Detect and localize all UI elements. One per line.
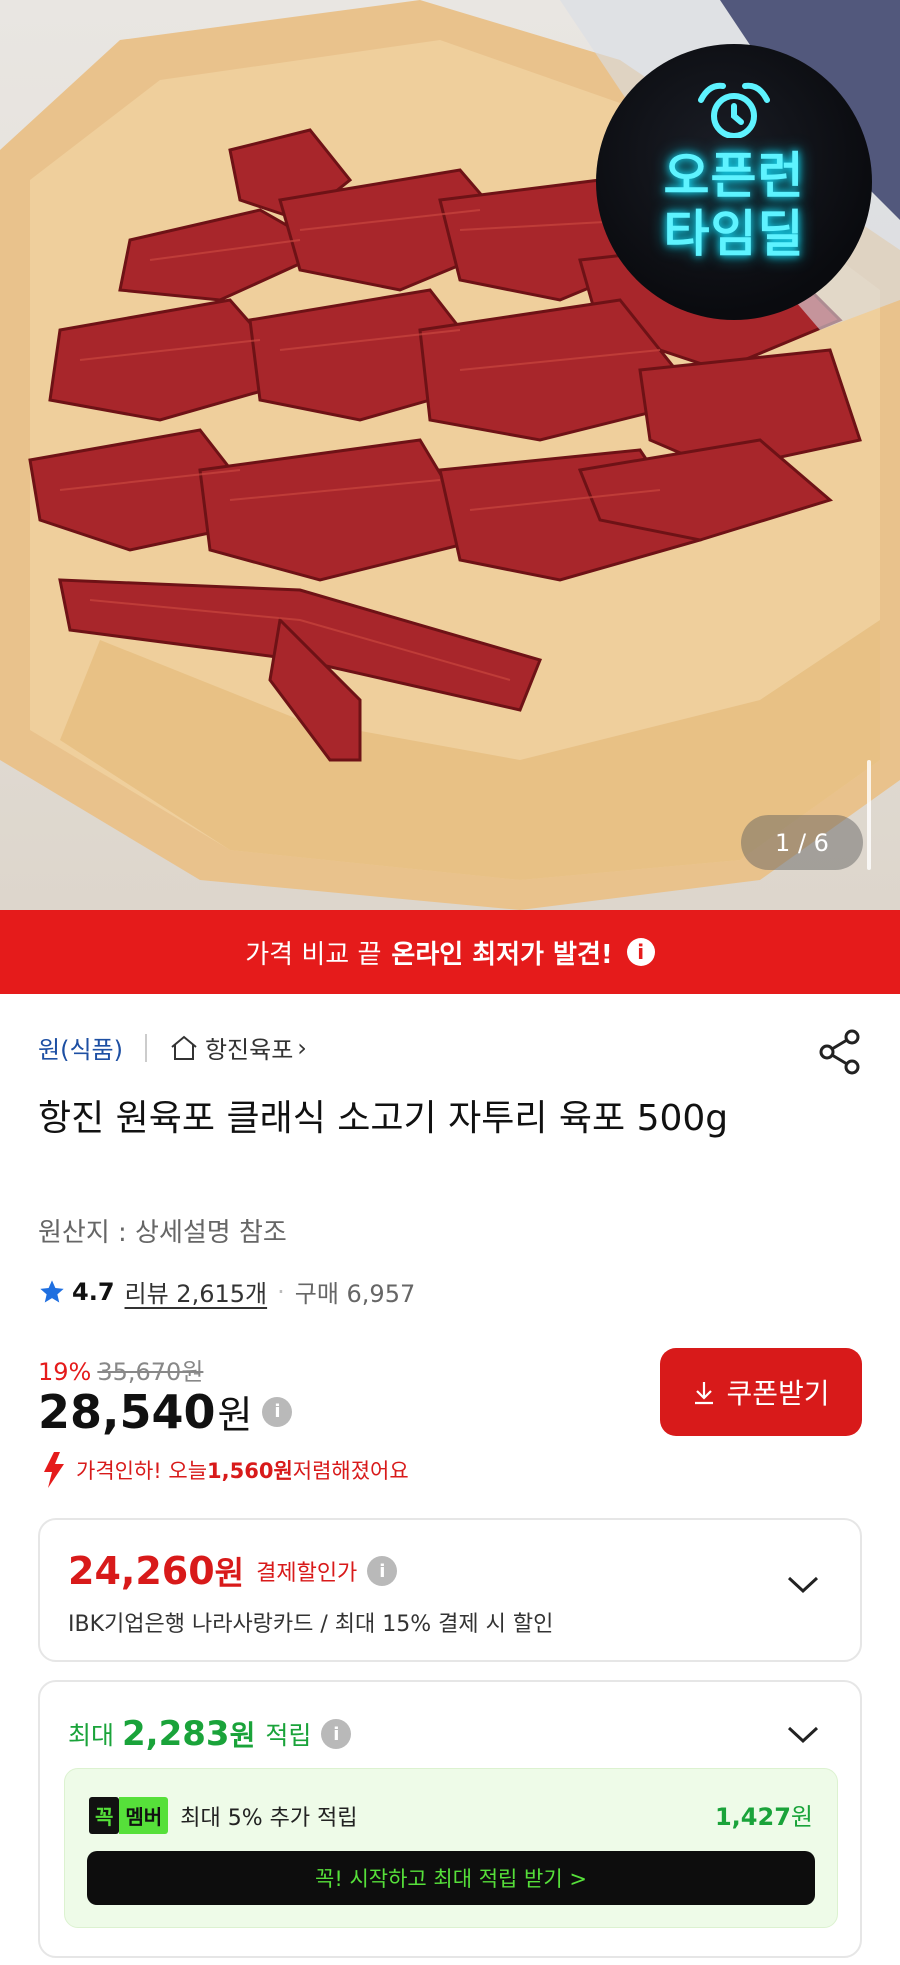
banner-highlight: 온라인 최저가 발견! — [391, 939, 613, 970]
payment-discount-card[interactable]: 24,260 원 결제할인가 i IBK기업은행 나라사랑카드 / 최대 15%… — [38, 1518, 862, 1662]
category-link[interactable]: 원(식품) — [38, 1030, 123, 1065]
price-drop-suffix: 저렴해졌어요 — [292, 1459, 409, 1483]
separator-dot: · — [277, 1277, 285, 1306]
alarm-clock-icon — [698, 82, 770, 138]
home-icon — [171, 1035, 197, 1060]
discount-percent: 19% — [38, 1358, 92, 1386]
chevron-right-icon: › — [297, 1033, 307, 1062]
open-run-timedeal-badge: 오픈런 타임딜 — [596, 44, 872, 320]
rating-row: 4.7 리뷰 2,615개 · 구매 6,957 — [38, 1274, 415, 1309]
price-currency: 원 — [217, 1393, 253, 1437]
chevron-down-icon[interactable] — [786, 1724, 820, 1746]
price-drop-notice: 가격인하! 오늘 1,560원 저렴해졌어요 — [38, 1450, 409, 1490]
points-row: 최대 2,283 원 적립 i — [68, 1714, 352, 1754]
discount-row: 19% 35,670원 — [38, 1352, 203, 1387]
purchase-count: 구매 6,957 — [294, 1280, 416, 1308]
member-points-amount: 1,427 — [714, 1803, 791, 1831]
member-tag: 멤버 — [119, 1797, 169, 1834]
image-counter: 1 / 6 — [741, 815, 863, 870]
payment-discount-amount: 24,260 — [68, 1549, 215, 1593]
points-won: 원 — [229, 1719, 256, 1752]
badge-line-1: 오픈런 — [663, 147, 805, 205]
member-points: 1,427원 — [715, 1797, 813, 1832]
product-image-carousel[interactable]: 오픈런 타임딜 1 / 6 — [0, 0, 900, 910]
member-points-won: 원 — [790, 1803, 813, 1831]
price-drop-prefix: 가격인하! 오늘 — [76, 1459, 208, 1483]
lowest-price-banner[interactable]: 가격 비교 끝 온라인 최저가 발견! i — [0, 910, 900, 994]
payment-discount-row: 24,260 원 결제할인가 i — [68, 1548, 398, 1594]
badge-line-2: 타임딜 — [663, 205, 805, 263]
info-icon[interactable]: i — [321, 1719, 352, 1749]
points-card: 최대 2,283 원 적립 i 꼭 멤버 최대 5% 추가 적립 1,427원 … — [38, 1680, 862, 1958]
points-label: 적립 — [265, 1721, 312, 1750]
divider — [144, 1033, 147, 1062]
share-icon[interactable] — [818, 1029, 862, 1075]
store-link[interactable]: 항진육포 › — [169, 1030, 307, 1065]
member-benefit-box: 꼭 멤버 최대 5% 추가 적립 1,427원 꼭! 시작하고 최대 적립 받기… — [64, 1768, 838, 1928]
kkok-tag: 꼭 — [89, 1797, 120, 1834]
store-name: 항진육포 — [204, 1036, 294, 1064]
points-amount: 2,283 — [122, 1714, 230, 1754]
member-row: 꼭 멤버 최대 5% 추가 적립 — [89, 1797, 358, 1834]
price-drop-amount: 1,560원 — [207, 1459, 293, 1483]
payment-discount-description: IBK기업은행 나라사랑카드 / 최대 15% 결제 시 할인 — [68, 1612, 554, 1637]
payment-discount-won: 원 — [214, 1554, 245, 1592]
download-icon — [695, 1382, 714, 1405]
chevron-down-icon[interactable] — [786, 1574, 820, 1596]
price-info-icon[interactable]: i — [262, 1396, 293, 1427]
payment-discount-label: 결제할인가 — [256, 1561, 358, 1586]
info-icon[interactable]: i — [626, 938, 655, 966]
info-icon[interactable]: i — [367, 1556, 398, 1586]
review-count-link[interactable]: 리뷰 2,615개 — [125, 1274, 268, 1309]
down-arrow-icon — [44, 1452, 64, 1488]
price-number: 28,540 — [38, 1384, 216, 1439]
scroll-indicator — [867, 760, 871, 870]
original-price: 35,670원 — [97, 1358, 204, 1386]
member-text: 최대 5% 추가 적립 — [180, 1805, 358, 1831]
breadcrumb: 원(식품) 항진육포 › — [38, 1030, 307, 1065]
origin-info: 원산지 : 상세설명 참조 — [38, 1218, 287, 1248]
points-prefix: 최대 — [68, 1721, 115, 1750]
sale-price: 28,540 원 i — [38, 1384, 293, 1439]
start-membership-button[interactable]: 꼭! 시작하고 최대 적립 받기 > — [87, 1851, 815, 1905]
banner-text: 가격 비교 끝 — [245, 939, 382, 970]
coupon-label: 쿠폰받기 — [726, 1377, 830, 1410]
coupon-button[interactable]: 쿠폰받기 — [660, 1348, 862, 1436]
product-title: 항진 원육포 클래식 소고기 자투리 육포 500g — [38, 1098, 729, 1139]
star-icon — [40, 1279, 64, 1302]
rating-score: 4.7 — [72, 1277, 115, 1306]
